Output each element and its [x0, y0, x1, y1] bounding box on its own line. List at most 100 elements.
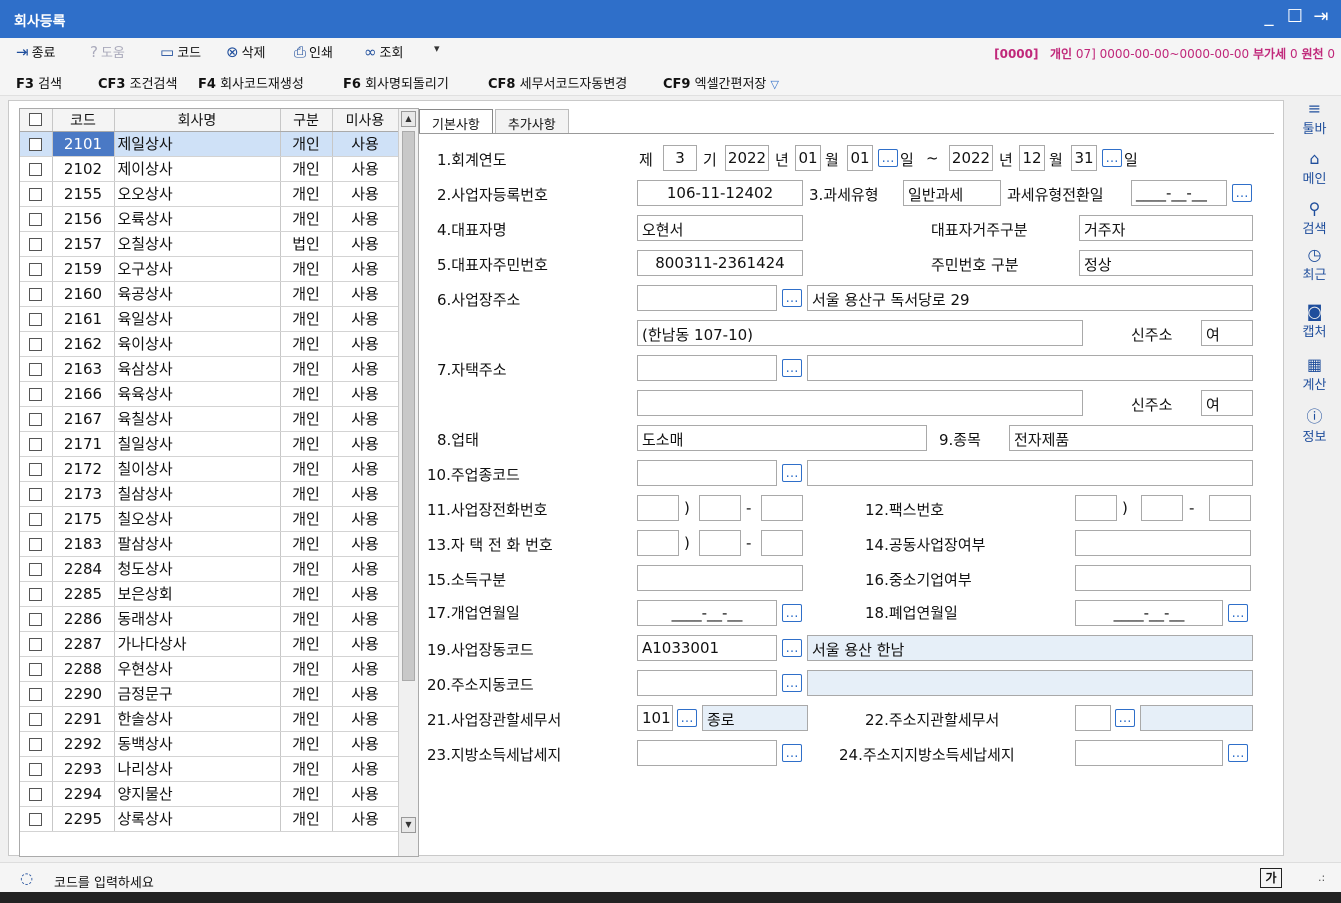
home-new-address-field[interactable]: 여	[1201, 390, 1253, 416]
row-checkbox[interactable]	[20, 606, 53, 632]
sidebar-info[interactable]: ⓘ 정보	[1288, 408, 1341, 446]
table-row[interactable]: 2162 육이상사 개인 사용	[20, 331, 399, 357]
row-checkbox[interactable]	[20, 406, 53, 432]
fkey-regenerate-code[interactable]: F4 회사코드재생성	[198, 73, 304, 92]
to-day-field[interactable]: 31	[1071, 145, 1097, 171]
table-row[interactable]: 2155 오오상사 개인 사용	[20, 181, 399, 207]
table-row[interactable]: 2284 청도상사 개인 사용	[20, 556, 399, 582]
row-checkbox[interactable]	[20, 431, 53, 457]
grid-scrollbar[interactable]: ▲ ▼	[398, 109, 418, 856]
lookup-icon[interactable]: …	[1115, 709, 1135, 727]
biz-zip-field[interactable]	[637, 285, 777, 311]
table-row[interactable]: 2295 상록상사 개인 사용	[20, 806, 399, 832]
table-row[interactable]: 2101 제일상사 개인 사용	[20, 131, 399, 157]
resize-grip-icon[interactable]: .:	[1318, 871, 1325, 884]
table-row[interactable]: 2156 오륙상사 개인 사용	[20, 206, 399, 232]
scroll-thumb[interactable]	[402, 131, 415, 681]
row-checkbox[interactable]	[20, 331, 53, 357]
row-checkbox[interactable]	[20, 281, 53, 307]
header-unused[interactable]: 미사용	[332, 109, 399, 132]
home-phone-area-field[interactable]	[637, 530, 679, 556]
dong-code-field[interactable]: A1033001	[637, 635, 777, 661]
lookup-icon[interactable]: …	[677, 709, 697, 727]
calendar-icon[interactable]: …	[878, 149, 898, 167]
biz-phone-last-field[interactable]	[761, 495, 803, 521]
row-checkbox[interactable]	[20, 506, 53, 532]
row-checkbox[interactable]	[20, 356, 53, 382]
header-code[interactable]: 코드	[52, 109, 115, 132]
table-row[interactable]: 2175 칠오상사 개인 사용	[20, 506, 399, 532]
row-checkbox[interactable]	[20, 306, 53, 332]
lookup-icon[interactable]: …	[782, 359, 802, 377]
fkey-revert-name[interactable]: F6 회사명되돌리기	[343, 73, 449, 92]
row-checkbox[interactable]	[20, 656, 53, 682]
home-dong-code-field[interactable]	[637, 670, 777, 696]
fkey-condition-search[interactable]: CF3 조건검색	[98, 73, 177, 92]
tab-basic[interactable]: 기본사항	[419, 109, 493, 133]
row-checkbox[interactable]	[20, 231, 53, 257]
row-checkbox[interactable]	[20, 256, 53, 282]
fkey-excel-save[interactable]: CF9 엑셀간편저장 ▽	[663, 73, 779, 92]
select-all-checkbox[interactable]	[20, 109, 53, 132]
print-button[interactable]: ⎙ 인쇄	[294, 42, 333, 62]
row-checkbox[interactable]	[20, 706, 53, 732]
idtype-field[interactable]: 정상	[1079, 250, 1253, 276]
table-row[interactable]: 2294 양지물산 개인 사용	[20, 781, 399, 807]
fax-area-field[interactable]	[1075, 495, 1117, 521]
biz-address2-field[interactable]: (한남동 107-10)	[637, 320, 1083, 346]
from-month-field[interactable]: 01	[795, 145, 821, 171]
biz-phone-mid-field[interactable]	[699, 495, 741, 521]
row-checkbox[interactable]	[20, 731, 53, 757]
taxtype-field[interactable]: 일반과세	[903, 180, 1001, 206]
open-date-field[interactable]: ____-__-__	[637, 600, 777, 626]
help-button[interactable]: ? 도움	[90, 42, 125, 62]
calendar-icon[interactable]: …	[1228, 604, 1248, 622]
sidebar-search[interactable]: ⚲ 검색	[1288, 200, 1341, 238]
table-row[interactable]: 2160 육공상사 개인 사용	[20, 281, 399, 307]
table-row[interactable]: 2292 동백상사 개인 사용	[20, 731, 399, 757]
row-checkbox[interactable]	[20, 181, 53, 207]
table-row[interactable]: 2287 가나다상사 개인 사용	[20, 631, 399, 657]
minimize-icon[interactable]: _	[1259, 6, 1279, 28]
sidebar-main[interactable]: ⌂ 메인	[1288, 150, 1341, 188]
home-local-tax-field[interactable]	[1075, 740, 1223, 766]
biz-address1-field[interactable]: 서울 용산구 독서당로 29	[807, 285, 1253, 311]
row-checkbox[interactable]	[20, 756, 53, 782]
biz-phone-area-field[interactable]	[637, 495, 679, 521]
table-row[interactable]: 2291 한솔상사 개인 사용	[20, 706, 399, 732]
header-type[interactable]: 구분	[280, 109, 333, 132]
taxchange-date-field[interactable]: ____-__-__	[1131, 180, 1227, 206]
maximize-icon[interactable]: ☐	[1285, 6, 1305, 28]
more-button[interactable]: ▾	[434, 42, 440, 55]
close-date-field[interactable]: ____-__-__	[1075, 600, 1223, 626]
row-checkbox[interactable]	[20, 206, 53, 232]
table-row[interactable]: 2167 육칠상사 개인 사용	[20, 406, 399, 432]
home-taxoffice-code-field[interactable]	[1075, 705, 1111, 731]
row-checkbox[interactable]	[20, 631, 53, 657]
joint-biz-field[interactable]	[1075, 530, 1251, 556]
biztype-field[interactable]: 도소매	[637, 425, 927, 451]
ime-indicator[interactable]: 가	[1260, 868, 1282, 888]
period-number-field[interactable]: 3	[663, 145, 697, 171]
taxoffice-code-field[interactable]: 101	[637, 705, 673, 731]
tab-additional[interactable]: 추가사항	[494, 109, 569, 133]
home-address2-field[interactable]	[637, 390, 1083, 416]
lookup-icon[interactable]: …	[782, 674, 802, 692]
row-checkbox[interactable]	[20, 681, 53, 707]
to-year-field[interactable]: 2022	[949, 145, 993, 171]
sidebar-toolbar[interactable]: ≡ 툴바	[1288, 100, 1341, 138]
row-checkbox[interactable]	[20, 556, 53, 582]
scroll-up-icon[interactable]: ▲	[401, 111, 416, 127]
fkey-search[interactable]: F3 검색	[16, 73, 62, 92]
table-row[interactable]: 2161 육일상사 개인 사용	[20, 306, 399, 332]
table-row[interactable]: 2163 육삼상사 개인 사용	[20, 356, 399, 382]
table-row[interactable]: 2157 오칠상사 법인 사용	[20, 231, 399, 257]
fax-last-field[interactable]	[1209, 495, 1251, 521]
biz-new-address-field[interactable]: 여	[1201, 320, 1253, 346]
table-row[interactable]: 2286 동래상사 개인 사용	[20, 606, 399, 632]
header-name[interactable]: 회사명	[114, 109, 281, 132]
industry-name-field[interactable]	[807, 460, 1253, 486]
table-row[interactable]: 2102 제이상사 개인 사용	[20, 156, 399, 182]
from-day-field[interactable]: 01	[847, 145, 873, 171]
lookup-icon[interactable]: …	[782, 289, 802, 307]
